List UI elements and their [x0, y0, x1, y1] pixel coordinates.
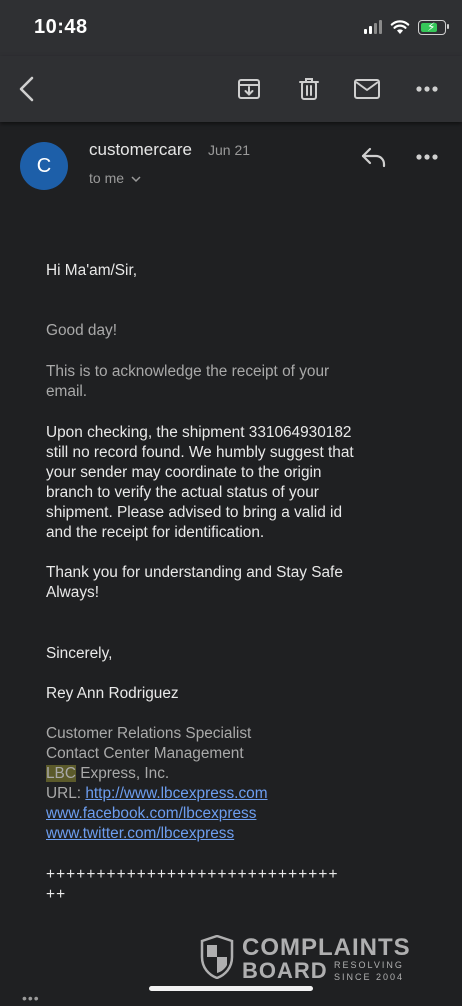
closing: Sincerely, — [46, 645, 113, 662]
company-highlight: LBC — [46, 765, 76, 782]
thanks-paragraph: Thank you for understanding and Stay Saf… — [46, 563, 418, 603]
shield-logo-icon — [200, 935, 234, 979]
reply-icon — [361, 147, 386, 168]
paragraph-line: your sender may coordinate to the origin — [46, 464, 322, 481]
paragraph-line: and the receipt for identification. — [46, 524, 265, 541]
battery-icon: ⚡ — [418, 19, 449, 35]
more-icon — [416, 154, 438, 160]
archive-button[interactable] — [234, 74, 264, 104]
ack-line: This is to acknowledge the receipt of yo… — [46, 363, 330, 380]
home-indicator[interactable] — [149, 986, 313, 991]
url-label: URL: — [46, 785, 86, 802]
shipment-paragraph: Upon checking, the shipment 331064930182… — [46, 423, 418, 543]
email-toolbar — [0, 56, 462, 122]
recipient-details[interactable]: to me — [89, 170, 141, 186]
url-line: URL: http://www.lbcexpress.com — [46, 784, 418, 804]
separator-line: +++++++++++++++++++++++++++++ — [46, 866, 339, 883]
archive-icon — [238, 79, 260, 99]
signer-title: Customer Relations Specialist — [46, 725, 252, 742]
signer-name: Rey Ann Rodriguez — [46, 685, 179, 702]
paragraph-line: Upon checking, the shipment 331064930182 — [46, 424, 352, 441]
greeting: Hi Ma'am/Sir, — [46, 262, 138, 279]
status-time: 10:48 — [34, 16, 88, 38]
facebook-link[interactable]: www.facebook.com/lbcexpress — [46, 805, 256, 822]
website-link[interactable]: http://www.lbcexpress.com — [85, 785, 267, 802]
more-options-button[interactable] — [412, 74, 442, 104]
watermark-tagline: SINCE 2004 — [334, 972, 405, 982]
mail-icon — [354, 79, 380, 99]
signature-block: Customer Relations Specialist Contact Ce… — [46, 724, 418, 844]
acknowledgement-paragraph: This is to acknowledge the receipt of yo… — [46, 362, 418, 402]
wifi-icon — [390, 20, 410, 34]
good-day: Good day! — [46, 322, 118, 339]
recipient-label: to me — [89, 170, 125, 186]
separator: +++++++++++++++++++++++++++++ ++ — [46, 865, 418, 905]
mark-unread-button[interactable] — [352, 74, 382, 104]
reply-button[interactable] — [360, 146, 388, 168]
sender-avatar[interactable]: C — [20, 142, 68, 190]
sender-name[interactable]: customercare — [89, 140, 192, 160]
paragraph-line: Always! — [46, 584, 100, 601]
ack-line: email. — [46, 383, 88, 400]
back-arrow-icon — [19, 76, 34, 102]
status-icons: ⚡ — [364, 19, 449, 35]
paragraph-line: still no record found. We humbly suggest… — [46, 444, 354, 461]
chevron-down-icon — [131, 176, 141, 183]
watermark-tagline: RESOLVING — [334, 960, 404, 970]
email-date: Jun 21 — [208, 142, 251, 158]
trash-icon — [299, 78, 319, 100]
message-more-button[interactable] — [415, 146, 441, 168]
paragraph-line: Thank you for understanding and Stay Saf… — [46, 564, 343, 581]
company-name: LBC Express, Inc. — [46, 764, 418, 784]
signer-department: Contact Center Management — [46, 745, 244, 762]
status-bar: 10:48 ⚡ — [0, 0, 462, 56]
more-icon — [416, 86, 438, 92]
bottom-ellipsis[interactable]: ••• — [22, 990, 40, 1006]
twitter-link[interactable]: www.twitter.com/lbcexpress — [46, 825, 234, 842]
company-rest: Express, Inc. — [75, 765, 170, 782]
delete-button[interactable] — [294, 74, 324, 104]
back-button[interactable] — [12, 74, 42, 104]
paragraph-line: shipment. Please advised to bring a vali… — [46, 504, 343, 521]
complaints-board-watermark: COMPLAINTS BOARD RESOLVING SINCE 2004 — [200, 934, 415, 983]
sender-header: C customercare Jun 21 to me — [0, 122, 462, 212]
watermark-subtitle: BOARD — [242, 958, 328, 983]
separator-line: ++ — [46, 886, 67, 903]
signal-icon — [364, 20, 382, 34]
paragraph-line: branch to verify the actual status of yo… — [46, 484, 319, 501]
